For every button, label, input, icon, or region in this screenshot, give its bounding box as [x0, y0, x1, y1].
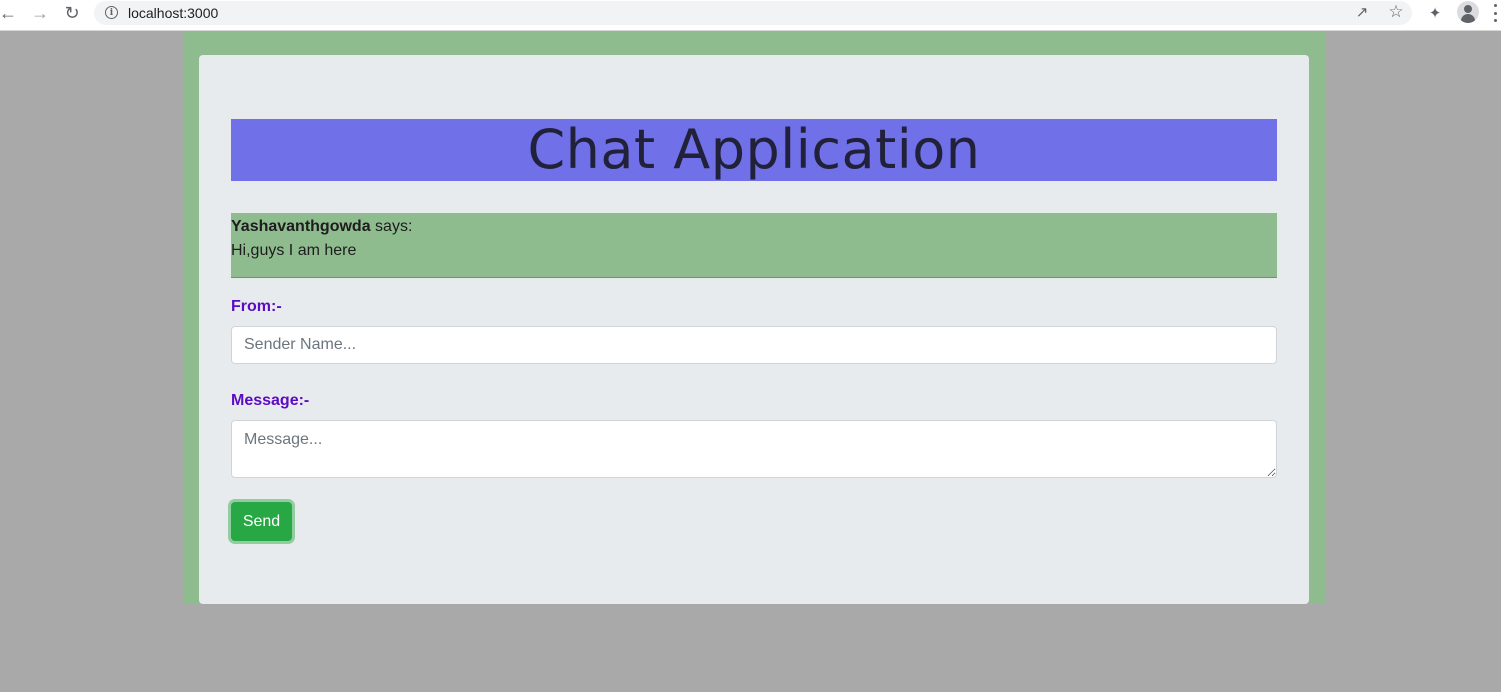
- info-icon[interactable]: i: [105, 6, 118, 19]
- send-button[interactable]: Send: [231, 502, 292, 541]
- url-text[interactable]: localhost:3000: [128, 5, 218, 21]
- message-text: Hi,guys I am here: [231, 242, 357, 259]
- reload-icon[interactable]: ↻: [60, 2, 84, 24]
- from-label: From:-: [231, 298, 282, 315]
- extensions-icon[interactable]: ✦: [1425, 3, 1445, 23]
- messages-area: Yashavanthgowda says: Hi,guys I am here: [231, 213, 1277, 278]
- profile-icon[interactable]: [1457, 1, 1479, 23]
- star-icon[interactable]: ☆: [1386, 2, 1406, 22]
- title-banner: Chat Application: [231, 119, 1277, 181]
- message-sender: Yashavanthgowda: [231, 218, 371, 235]
- menu-icon[interactable]: [1492, 4, 1498, 22]
- sender-name-input[interactable]: [231, 326, 1277, 364]
- browser-toolbar: ← → ↻ i localhost:3000 ↗ ☆ ✦: [0, 0, 1501, 31]
- back-icon[interactable]: ←: [0, 2, 20, 24]
- message-textarea[interactable]: [231, 420, 1277, 478]
- share-icon[interactable]: ↗: [1352, 2, 1372, 22]
- message-says: says:: [375, 218, 413, 235]
- forward-icon[interactable]: →: [28, 2, 52, 24]
- message-label: Message:-: [231, 392, 310, 409]
- message-header: Yashavanthgowda says:: [231, 216, 1277, 240]
- address-bar[interactable]: i localhost:3000 ↗ ☆: [94, 1, 1412, 25]
- page-title: Chat Application: [527, 118, 981, 181]
- chat-card: Chat Application Yashavanthgowda says: H…: [199, 55, 1309, 604]
